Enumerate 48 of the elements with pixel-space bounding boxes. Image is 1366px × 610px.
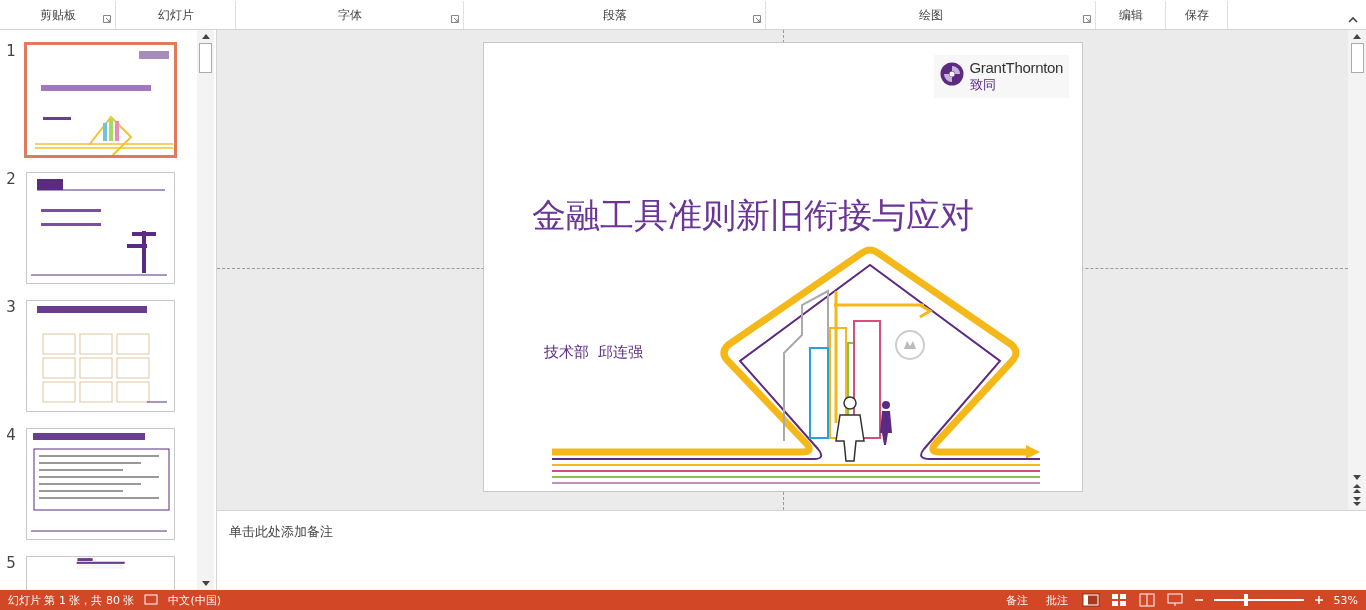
slide-number: 2 [5,172,17,187]
slide-thumbnail[interactable] [26,428,175,540]
slide-title: 金融工具准则新旧衔接与应对 [531,194,974,237]
ribbon-group-label: 幻灯片 [157,6,194,24]
slide-subtitle: 技术部 邱连强 [543,343,644,362]
slide-number: 4 [5,428,17,443]
scroll-down-icon[interactable] [1353,475,1361,480]
previous-slide-icon[interactable] [1353,484,1361,493]
slide-count: 幻灯片 第 1 张，共 80 张 [8,592,135,608]
logo-name: GrantThornton [969,59,1064,76]
ribbon-group-label: 编辑 [1118,6,1143,24]
slide-thumbnail[interactable] [26,300,175,412]
zoom-in-icon[interactable] [1313,595,1324,605]
slide-number: 1 [5,44,17,59]
slide-number: 3 [5,300,17,315]
ribbon-group-label: 段落 [602,6,627,24]
normal-view-icon[interactable] [1081,593,1100,607]
scroll-up-icon[interactable] [1353,34,1361,39]
collapse-ribbon-icon[interactable] [1348,16,1358,23]
scroll-up-icon[interactable] [201,34,210,39]
zoom-level[interactable]: 53% [1333,593,1358,607]
scroll-thumb[interactable] [199,43,212,73]
ribbon-group-label: 剪贴板 [39,6,76,24]
dialog-launcher-icon[interactable] [753,15,761,23]
slide-thumbnail[interactable] [24,42,177,158]
notes-placeholder: 单击此处添加备注 [229,524,333,539]
scroll-down-icon[interactable] [201,581,210,586]
ribbon-group-label: 字体 [337,6,362,24]
scrollbar[interactable] [1348,30,1366,510]
slide-number: 5 [5,556,17,571]
scroll-thumb[interactable] [1350,43,1364,73]
notes-button[interactable]: 备注 [1001,592,1032,608]
ribbon-group-label: 保存 [1184,6,1209,24]
comments-button[interactable]: 批注 [1041,592,1072,608]
reading-view-icon[interactable] [1137,593,1156,607]
scrollbar[interactable] [197,30,214,590]
next-slide-icon[interactable] [1353,497,1361,506]
dialog-launcher-icon[interactable] [103,15,111,23]
dialog-launcher-icon[interactable] [451,15,459,23]
language-indicator[interactable]: 中文(中国) [168,592,222,608]
zoom-slider[interactable] [1213,594,1304,606]
logo-chinese-name: 致同 [969,76,997,94]
slide-sorter-icon[interactable] [1109,593,1128,607]
dialog-launcher-icon[interactable] [1083,15,1091,23]
slideshow-icon[interactable] [1165,593,1184,607]
logo-icon [939,62,964,86]
ribbon-group-label: 绘图 [918,6,943,24]
slide-thumbnail[interactable] [26,172,175,284]
